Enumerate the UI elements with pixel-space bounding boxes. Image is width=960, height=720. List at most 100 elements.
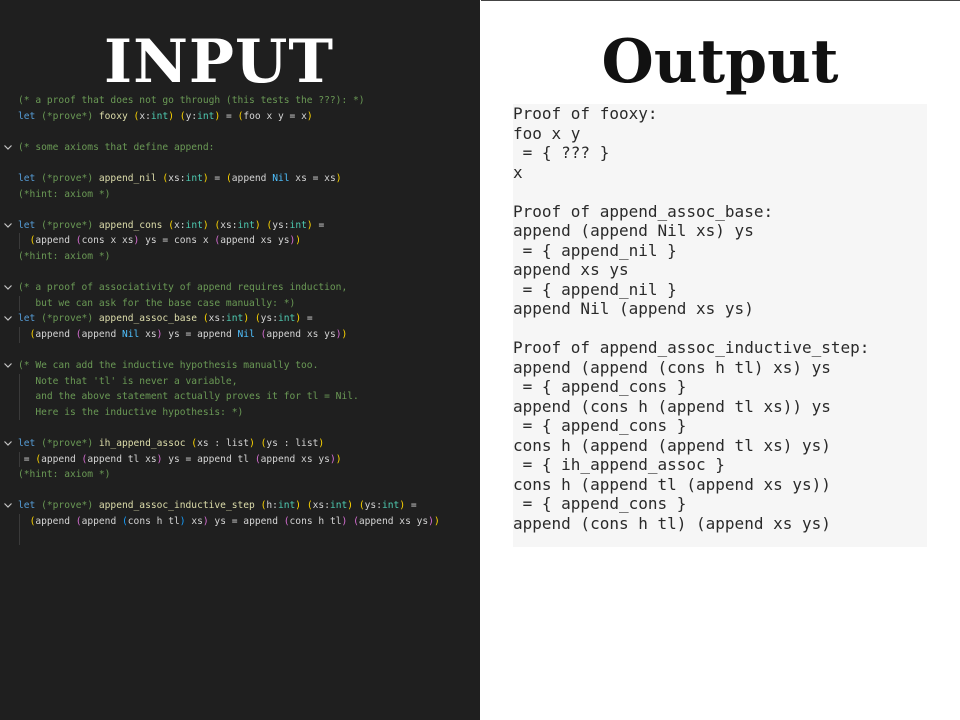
code-line[interactable]: let (*prove*) ih_append_assoc (xs : list… — [0, 436, 480, 452]
code-token: Note that 'tl' is never a variable, — [18, 375, 238, 387]
code-line[interactable]: (* We can add the inductive hypothesis m… — [0, 358, 480, 374]
code-token: append xs ys — [260, 453, 330, 465]
code-token: append — [35, 235, 76, 247]
code-token: xs : list — [197, 438, 250, 450]
code-line[interactable]: = (append (append tl xs) ys = append tl … — [0, 451, 480, 468]
code-text: (* We can add the inductive hypothesis m… — [18, 358, 318, 374]
code-token: = — [301, 313, 313, 325]
input-title: INPUT — [104, 27, 334, 97]
code-token: = — [312, 219, 325, 231]
code-token: xs — [208, 313, 221, 325]
output-line: = { ih_append_assoc } — [513, 455, 725, 474]
code-line[interactable]: let (*prove*) append_assoc_inductive_ste… — [0, 498, 480, 514]
code-token: append_nil — [98, 172, 157, 184]
code-text: (append (cons x xs) ys = cons x (append … — [18, 233, 302, 249]
code-line[interactable] — [0, 155, 480, 171]
code-token: let — [18, 438, 36, 450]
indent-guide — [19, 529, 20, 546]
output-line: foo x y — [513, 124, 581, 143]
code-line[interactable]: let (*prove*) fooxy (x:int) (y:int) = (f… — [0, 109, 480, 125]
output-line: = { ??? } — [513, 143, 610, 162]
code-text: and the above statement actually proves … — [18, 389, 358, 405]
code-text: (*hint: axiom *) — [18, 249, 110, 265]
fold-chevron-icon[interactable] — [3, 140, 15, 155]
code-token: (*hint: axiom *) — [18, 250, 111, 262]
code-editor[interactable]: (* a proof that does not go through (thi… — [0, 93, 480, 546]
output-line: append (cons h tl) (append xs ys) — [513, 514, 831, 533]
output-line: Proof of append_assoc_base: — [513, 202, 774, 221]
code-token: (* a proof of associativity of append re… — [18, 282, 348, 294]
code-text: (append (append (cons h tl) xs) ys = app… — [18, 514, 440, 530]
code-token: let — [18, 172, 36, 184]
code-token: let — [18, 219, 36, 231]
code-line[interactable]: (*hint: axiom *) — [0, 187, 480, 203]
code-token: ys — [364, 500, 377, 512]
code-line[interactable] — [0, 202, 480, 218]
code-token: (*hint: axiom *) — [18, 469, 111, 481]
code-text: (* a proof of associativity of append re… — [18, 280, 347, 296]
code-token: let — [18, 500, 36, 512]
code-line[interactable]: (append (append Nil xs) ys = append Nil … — [0, 326, 480, 343]
code-token: = — [220, 110, 238, 122]
fold-chevron-icon[interactable] — [3, 436, 15, 451]
code-line[interactable]: (* some axioms that define append: — [0, 140, 480, 156]
code-text: let (*prove*) append_assoc_base (xs:int)… — [18, 311, 313, 327]
code-token: (* a proof that does not go through (thi… — [18, 95, 365, 106]
code-line[interactable] — [0, 529, 480, 546]
code-text: let (*prove*) ih_append_assoc (xs : list… — [18, 436, 324, 452]
code-line[interactable]: Here is the inductive hypothesis: *) — [0, 404, 480, 421]
code-token: = — [208, 172, 226, 184]
code-line[interactable] — [0, 265, 480, 281]
code-token: append — [35, 516, 76, 528]
code-line[interactable]: let (*prove*) append_nil (xs:int) = (app… — [0, 171, 480, 187]
code-line[interactable]: (* a proof that does not go through (thi… — [0, 93, 480, 109]
code-line[interactable]: (*hint: axiom *) — [0, 249, 480, 265]
code-token: ys — [272, 219, 284, 231]
code-text: (*hint: axiom *) — [18, 467, 110, 483]
output-panel-top-border — [481, 0, 960, 1]
code-token: xs — [312, 500, 325, 512]
code-line[interactable]: let (*prove*) append_assoc_base (xs:int)… — [0, 311, 480, 327]
code-line[interactable] — [0, 420, 480, 436]
code-line[interactable]: but we can ask for the base case manuall… — [0, 295, 480, 312]
code-line[interactable]: and the above statement actually proves … — [0, 389, 480, 405]
code-token: (*prove*) — [41, 219, 94, 231]
output-line: = { append_nil } — [513, 241, 677, 260]
code-token: append — [81, 516, 122, 528]
code-line[interactable] — [0, 343, 480, 359]
code-line[interactable]: (append (append (cons h tl) xs) ys = app… — [0, 514, 480, 530]
code-token: ys = cons x — [139, 235, 215, 247]
code-text: let (*prove*) append_nil (xs:int) = (app… — [18, 171, 342, 187]
code-token: append_assoc_inductive_step — [98, 500, 255, 512]
fold-chevron-icon[interactable] — [3, 218, 15, 233]
output-line: append (cons h (append tl xs)) ys — [513, 397, 831, 416]
fold-chevron-icon[interactable] — [3, 311, 15, 326]
code-line[interactable]: (append (cons x xs) ys = cons x (append … — [0, 233, 480, 249]
code-token: int — [150, 110, 169, 122]
fold-chevron-icon[interactable] — [3, 358, 15, 373]
code-token: ) — [335, 172, 342, 184]
code-token: int — [237, 219, 255, 231]
code-token: int — [289, 219, 307, 231]
code-token: ih_append_assoc — [98, 438, 186, 450]
code-line[interactable]: (*hint: axiom *) — [0, 467, 480, 483]
code-token: = — [405, 500, 417, 512]
code-token: ys : list — [266, 438, 319, 450]
output-line: cons h (append tl (append xs ys)) — [513, 475, 831, 494]
code-line[interactable] — [0, 124, 480, 140]
code-text: (* a proof that does not go through (thi… — [18, 93, 365, 109]
code-text: let (*prove*) append_cons (x:int) (xs:in… — [18, 218, 324, 234]
code-token: int — [225, 313, 244, 325]
fold-chevron-icon[interactable] — [3, 280, 15, 295]
code-token: append_cons — [98, 219, 163, 231]
code-token: xs — [168, 172, 180, 184]
code-line[interactable]: (* a proof of associativity of append re… — [0, 280, 480, 296]
code-line[interactable]: Note that 'tl' is never a variable, — [0, 373, 480, 390]
code-token: ) — [318, 438, 325, 450]
code-token: let — [18, 313, 36, 325]
code-token: ys = append — [162, 328, 238, 340]
fold-chevron-icon[interactable] — [3, 498, 15, 513]
code-line[interactable]: let (*prove*) append_cons (x:int) (xs:in… — [0, 218, 480, 234]
code-line[interactable] — [0, 483, 480, 499]
